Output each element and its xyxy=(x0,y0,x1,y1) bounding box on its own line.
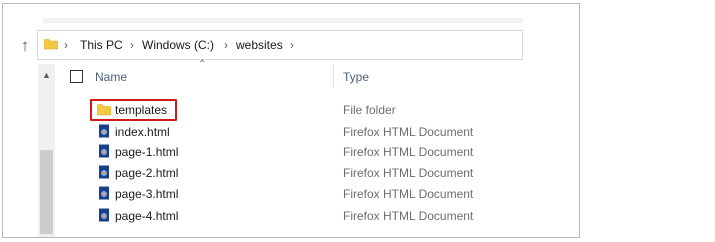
file-name: page-2.html xyxy=(115,166,179,180)
file-type: Firefox HTML Document xyxy=(343,145,474,159)
html-file-icon xyxy=(97,144,111,158)
html-file-icon xyxy=(97,124,111,138)
chevron-right-icon[interactable]: › xyxy=(130,37,134,53)
scroll-up-arrow-icon[interactable]: ▲ xyxy=(38,68,55,82)
chevron-right-icon[interactable]: › xyxy=(224,37,228,53)
chevron-right-icon[interactable]: › xyxy=(290,37,294,53)
html-file-icon xyxy=(97,165,111,179)
column-header-name[interactable]: Name xyxy=(95,69,127,85)
file-type: Firefox HTML Document xyxy=(343,125,474,139)
breadcrumb-websites[interactable]: websites xyxy=(236,37,283,53)
column-divider[interactable] xyxy=(333,64,334,88)
file-name: page-3.html xyxy=(115,187,179,201)
column-header-type[interactable]: Type xyxy=(343,69,369,85)
ribbon-edge xyxy=(3,4,579,23)
file-row-index[interactable]: index.html Firefox HTML Document xyxy=(3,122,579,142)
file-name: index.html xyxy=(115,125,170,139)
file-type: File folder xyxy=(343,103,396,117)
sort-ascending-icon: ⌃ xyxy=(198,59,207,70)
folder-icon xyxy=(44,38,58,50)
html-file-icon xyxy=(97,186,111,200)
file-explorer-window: ↑ › This PC › Windows (C:) › websites › … xyxy=(2,3,580,238)
select-all-checkbox[interactable] xyxy=(70,70,83,83)
file-name: page-1.html xyxy=(115,145,179,159)
breadcrumb-this-pc[interactable]: This PC xyxy=(80,37,123,53)
file-row-page-4[interactable]: page-4.html Firefox HTML Document xyxy=(3,206,579,226)
file-type: Firefox HTML Document xyxy=(343,187,474,201)
chevron-right-icon[interactable]: › xyxy=(64,37,68,53)
up-arrow-icon[interactable]: ↑ xyxy=(13,34,37,58)
html-file-icon xyxy=(97,208,111,222)
file-name: page-4.html xyxy=(115,209,179,223)
ribbon-divider xyxy=(43,18,523,23)
breadcrumb-windows-c[interactable]: Windows (C:) xyxy=(142,37,214,53)
file-row-page-1[interactable]: page-1.html Firefox HTML Document xyxy=(3,142,579,162)
file-type: Firefox HTML Document xyxy=(343,209,474,223)
address-bar[interactable]: › This PC › Windows (C:) › websites › xyxy=(37,30,523,60)
file-row-page-3[interactable]: page-3.html Firefox HTML Document xyxy=(3,184,579,204)
file-row-page-2[interactable]: page-2.html Firefox HTML Document xyxy=(3,163,579,183)
highlight-annotation xyxy=(90,99,177,121)
file-type: Firefox HTML Document xyxy=(343,166,474,180)
